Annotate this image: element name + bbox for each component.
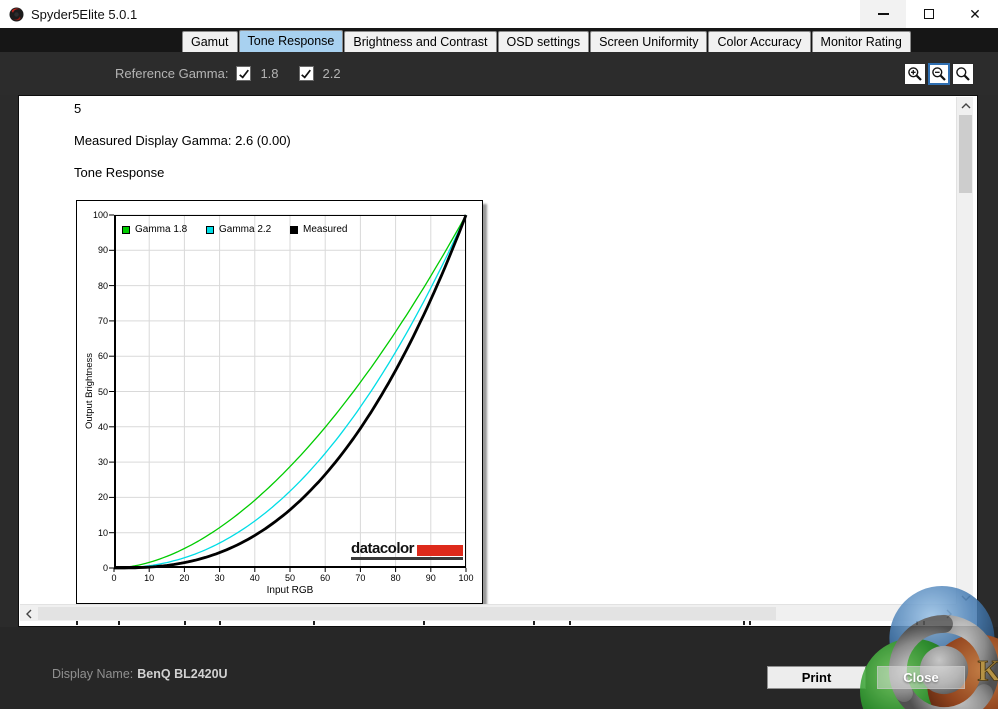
- title-bar: Spyder5Elite 5.0.1 ✕: [0, 0, 998, 28]
- reference-gamma-label: Reference Gamma:: [115, 66, 229, 81]
- legend-item-measured: Measured: [290, 224, 374, 235]
- tab-brightness-contrast[interactable]: Brightness and Contrast: [344, 31, 497, 52]
- print-button[interactable]: Print: [767, 666, 866, 689]
- vertical-scroll-thumb[interactable]: [959, 115, 972, 193]
- chevron-left-icon: [25, 609, 31, 618]
- chevron-right-icon: [946, 609, 952, 618]
- zoom-out-button[interactable]: [928, 63, 950, 85]
- legend-swatch-cyan: [206, 225, 214, 234]
- tone-response-chart: Output Brightness 0 10 20 30 40 50 60 70 80 90 100…: [76, 200, 483, 604]
- close-window-button[interactable]: ✕: [952, 0, 998, 28]
- vertical-scrollbar[interactable]: [956, 97, 973, 606]
- tab-monitor-rating[interactable]: Monitor Rating: [811, 31, 911, 52]
- tab-strip: Gamut Tone Response Brightness and Contr…: [0, 28, 998, 52]
- scroll-left-button[interactable]: [20, 605, 37, 622]
- datacolor-red-bar: [417, 545, 464, 556]
- maximize-icon: [924, 9, 934, 19]
- tab-gamut[interactable]: Gamut: [182, 31, 238, 52]
- legend-swatch-black: [290, 225, 298, 234]
- zoom-reset-button[interactable]: [952, 63, 974, 85]
- zoom-out-icon: [932, 67, 946, 81]
- legend-item-gamma-18: Gamma 1.8: [122, 224, 206, 235]
- scroll-right-button[interactable]: [940, 605, 957, 622]
- clipped-content-strip: [19, 621, 957, 626]
- close-icon: ✕: [969, 6, 981, 22]
- zoom-in-button[interactable]: [904, 63, 926, 85]
- window-title: Spyder5Elite 5.0.1: [31, 6, 138, 22]
- toolbar: Reference Gamma: 1.8 2.2: [0, 52, 998, 95]
- checkmark-icon: [301, 69, 311, 79]
- chart-legend: Gamma 1.8 Gamma 2.2 Measured: [122, 224, 374, 235]
- app-window: Spyder5Elite 5.0.1 ✕ Gamut Tone Response…: [0, 0, 998, 709]
- tab-screen-uniformity[interactable]: Screen Uniformity: [590, 31, 708, 52]
- measured-gamma-text: Measured Display Gamma: 2.6 (0.00): [74, 133, 291, 148]
- close-button[interactable]: Close: [877, 666, 965, 689]
- minimize-button[interactable]: [860, 0, 906, 28]
- chevron-up-icon: [961, 102, 970, 108]
- gamma-2-2-checkbox[interactable]: [298, 66, 314, 81]
- section-title: Tone Response: [74, 165, 165, 180]
- gamma-2-2-label: 2.2: [322, 66, 341, 81]
- x-axis-label: Input RGB: [266, 585, 314, 596]
- chart-canvas: [109, 214, 468, 572]
- tab-color-accuracy[interactable]: Color Accuracy: [708, 31, 811, 52]
- gamma-1-8-label: 1.8: [260, 66, 279, 81]
- spyder-logo-icon: [9, 7, 24, 21]
- datacolor-logo: datacolor: [351, 541, 464, 560]
- scrollbar-corner: [956, 604, 973, 621]
- horizontal-scroll-thumb[interactable]: [38, 607, 776, 620]
- zoom-reset-icon: [956, 67, 970, 81]
- chevron-down-icon: [961, 595, 970, 601]
- plot-area: [109, 214, 468, 572]
- tab-osd-settings[interactable]: OSD settings: [497, 31, 590, 52]
- scroll-up-button[interactable]: [957, 97, 974, 114]
- minimize-icon: [877, 13, 889, 15]
- horizontal-scrollbar[interactable]: [20, 604, 957, 621]
- zoom-in-icon: [908, 67, 922, 81]
- tab-tone-response[interactable]: Tone Response: [238, 30, 344, 52]
- checkmark-icon: [239, 69, 249, 79]
- maximize-button[interactable]: [906, 0, 952, 28]
- gamma-1-8-checkbox[interactable]: [236, 66, 252, 81]
- legend-item-gamma-22: Gamma 2.2: [206, 224, 290, 235]
- legend-swatch-green: [122, 225, 130, 234]
- display-name: Display Name: BenQ BL2420U: [52, 667, 228, 681]
- content-panel: 5 Measured Display Gamma: 2.6 (0.00) Ton…: [18, 95, 978, 627]
- page-number: 5: [74, 101, 82, 116]
